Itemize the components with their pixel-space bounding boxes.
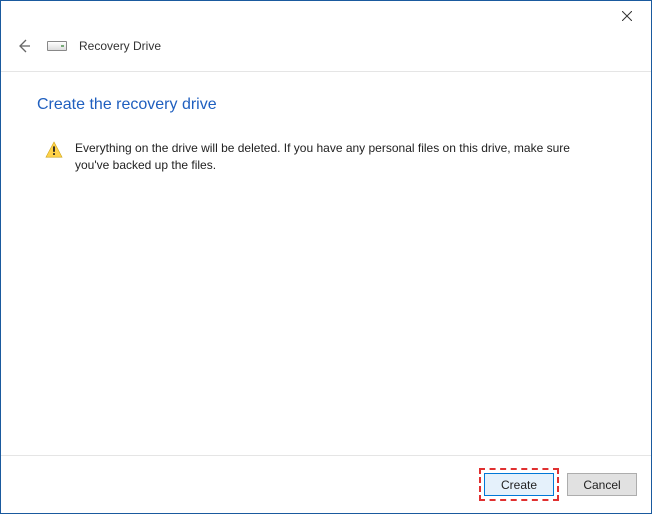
wizard-footer: Create Cancel [1, 455, 651, 513]
create-button[interactable]: Create [484, 473, 554, 496]
titlebar [1, 1, 651, 31]
wizard-content: Create the recovery drive Everything on … [1, 72, 651, 455]
wizard-header: Recovery Drive [1, 31, 651, 72]
back-button[interactable] [13, 35, 35, 57]
recovery-drive-wizard: Recovery Drive Create the recovery drive… [0, 0, 652, 514]
page-heading: Create the recovery drive [37, 96, 615, 114]
back-arrow-icon [16, 38, 32, 54]
close-icon [622, 11, 632, 21]
warning-text: Everything on the drive will be deleted.… [75, 140, 585, 175]
drive-icon [47, 39, 67, 53]
close-button[interactable] [617, 6, 637, 26]
warning-row: Everything on the drive will be deleted.… [37, 140, 615, 175]
warning-icon [45, 141, 63, 159]
create-button-highlight: Create [479, 468, 559, 501]
header-title: Recovery Drive [79, 39, 161, 53]
cancel-button[interactable]: Cancel [567, 473, 637, 496]
